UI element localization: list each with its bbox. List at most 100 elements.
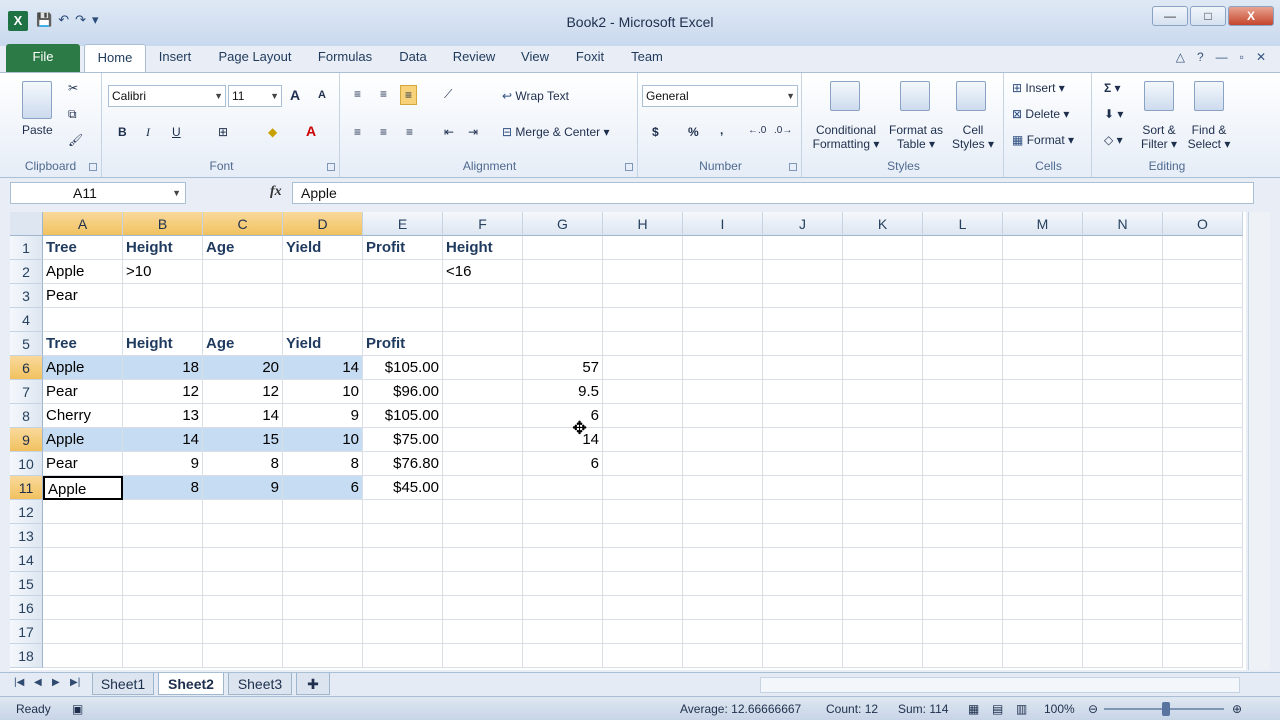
first-sheet-icon[interactable]: |◀ [14, 677, 24, 688]
cell-a1[interactable]: Tree [43, 236, 123, 260]
tab-page-layout[interactable]: Page Layout [210, 44, 300, 72]
cell-d3[interactable] [283, 284, 363, 308]
delete-cells-button[interactable]: ⊠ Delete ▾ [1012, 107, 1069, 121]
copy-icon[interactable]: ⧉ [68, 107, 77, 122]
cell-h7[interactable] [603, 380, 683, 404]
cell-f7[interactable] [443, 380, 523, 404]
cell-h3[interactable] [603, 284, 683, 308]
grow-font-button[interactable]: A [290, 87, 300, 103]
cell-f9[interactable] [443, 428, 523, 452]
font-size-combo[interactable]: 11 ▼ [228, 85, 282, 107]
orientation-icon[interactable]: ⟋ [444, 87, 452, 102]
cell-e1[interactable]: Profit [363, 236, 443, 260]
cell-h6[interactable] [603, 356, 683, 380]
cell-a7[interactable]: Pear [43, 380, 123, 404]
cell-g15[interactable] [523, 572, 603, 596]
cell-m6[interactable] [1003, 356, 1083, 380]
window-close-icon[interactable]: ✕ [1256, 50, 1266, 64]
cell-e3[interactable] [363, 284, 443, 308]
align-left-icon[interactable]: ≡ [354, 125, 361, 139]
cell-f10[interactable] [443, 452, 523, 476]
cell-a10[interactable]: Pear [43, 452, 123, 476]
cell-d17[interactable] [283, 620, 363, 644]
cell-a3[interactable]: Pear [43, 284, 123, 308]
cell-d1[interactable]: Yield [283, 236, 363, 260]
cell-k17[interactable] [843, 620, 923, 644]
clear-icon[interactable]: ◇ ▾ [1104, 133, 1123, 147]
sort-filter-button[interactable]: Sort & Filter ▾ [1136, 123, 1182, 151]
cell-e15[interactable] [363, 572, 443, 596]
cell-k1[interactable] [843, 236, 923, 260]
cell-o7[interactable] [1163, 380, 1243, 404]
next-sheet-icon[interactable]: ▶ [52, 677, 60, 688]
last-sheet-icon[interactable]: ▶| [70, 677, 80, 688]
alignment-launcher-icon[interactable] [625, 163, 633, 171]
cell-o2[interactable] [1163, 260, 1243, 284]
cell-f14[interactable] [443, 548, 523, 572]
shrink-font-button[interactable]: A [318, 89, 326, 101]
cell-o17[interactable] [1163, 620, 1243, 644]
cell-k12[interactable] [843, 500, 923, 524]
insert-function-icon[interactable]: fx [270, 184, 282, 200]
tab-data[interactable]: Data [390, 44, 436, 72]
tab-file[interactable]: File [6, 44, 80, 72]
cell-b7[interactable]: 12 [123, 380, 203, 404]
cell-n5[interactable] [1083, 332, 1163, 356]
page-layout-view-icon[interactable]: ▤ [992, 702, 1003, 716]
cell-m8[interactable] [1003, 404, 1083, 428]
cell-e11[interactable]: $45.00 [363, 476, 443, 500]
cell-o10[interactable] [1163, 452, 1243, 476]
sheet-tab-sheet1[interactable]: Sheet1 [92, 673, 154, 695]
cell-l4[interactable] [923, 308, 1003, 332]
cell-n13[interactable] [1083, 524, 1163, 548]
cell-e9[interactable]: $75.00 [363, 428, 443, 452]
cell-b17[interactable] [123, 620, 203, 644]
column-header-j[interactable]: J [763, 212, 843, 236]
cell-a8[interactable]: Cherry [43, 404, 123, 428]
cell-b6[interactable]: 18 [123, 356, 203, 380]
cell-l9[interactable] [923, 428, 1003, 452]
cell-f1[interactable]: Height [443, 236, 523, 260]
cell-l16[interactable] [923, 596, 1003, 620]
cell-h11[interactable] [603, 476, 683, 500]
decrease-indent-icon[interactable]: ⇤ [444, 125, 454, 139]
row-header-14[interactable]: 14 [10, 548, 43, 572]
cell-d15[interactable] [283, 572, 363, 596]
cell-k3[interactable] [843, 284, 923, 308]
cell-l11[interactable] [923, 476, 1003, 500]
column-header-b[interactable]: B [123, 212, 203, 236]
cell-b3[interactable] [123, 284, 203, 308]
row-header-4[interactable]: 4 [10, 308, 43, 332]
cell-f6[interactable] [443, 356, 523, 380]
worksheet-grid[interactable]: A B C D E F G H I J K L M N O 1 Tree Height Age Yield Profit… [10, 212, 1246, 670]
cell-h17[interactable] [603, 620, 683, 644]
cell-k9[interactable] [843, 428, 923, 452]
cell-c5[interactable]: Age [203, 332, 283, 356]
cell-m7[interactable] [1003, 380, 1083, 404]
cell-o8[interactable] [1163, 404, 1243, 428]
cell-d4[interactable] [283, 308, 363, 332]
cell-e18[interactable] [363, 644, 443, 668]
cell-a17[interactable] [43, 620, 123, 644]
column-header-n[interactable]: N [1083, 212, 1163, 236]
cell-d10[interactable]: 8 [283, 452, 363, 476]
insert-sheet-icon[interactable]: ✚ [296, 673, 330, 695]
align-right-icon[interactable]: ≡ [406, 125, 413, 139]
cell-l12[interactable] [923, 500, 1003, 524]
cell-c14[interactable] [203, 548, 283, 572]
cell-j14[interactable] [763, 548, 843, 572]
cell-d13[interactable] [283, 524, 363, 548]
cell-styles-icon[interactable] [956, 81, 986, 111]
cell-d12[interactable] [283, 500, 363, 524]
row-header-18[interactable]: 18 [10, 644, 43, 668]
paste-button[interactable]: Paste [22, 123, 53, 137]
font-color-icon[interactable]: A [306, 123, 316, 139]
find-select-icon[interactable] [1194, 81, 1224, 111]
cell-h1[interactable] [603, 236, 683, 260]
row-header-12[interactable]: 12 [10, 500, 43, 524]
cell-i18[interactable] [683, 644, 763, 668]
cell-b10[interactable]: 9 [123, 452, 203, 476]
cell-i9[interactable] [683, 428, 763, 452]
cell-f16[interactable] [443, 596, 523, 620]
cell-k13[interactable] [843, 524, 923, 548]
